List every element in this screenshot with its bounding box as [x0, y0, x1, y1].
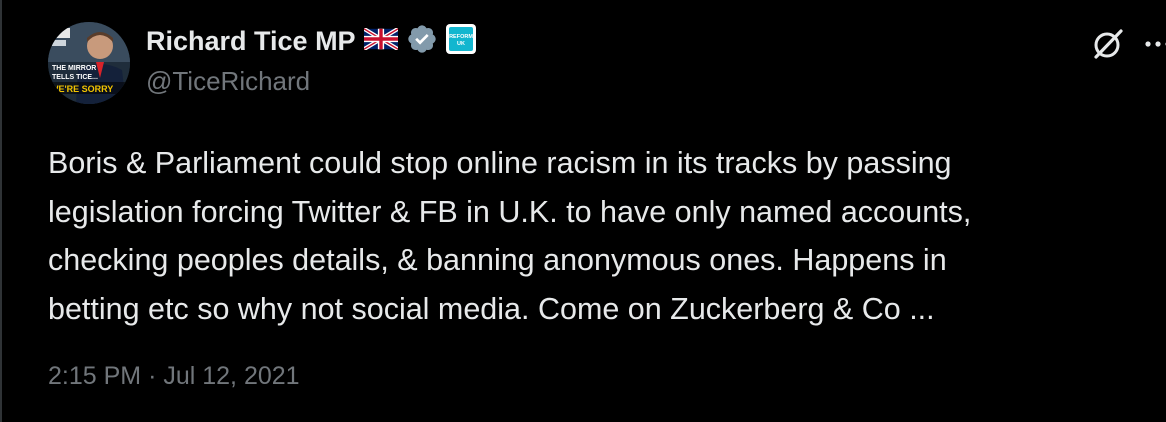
avatar-caption-1: THE MIRROR — [52, 65, 96, 72]
grok-icon[interactable] — [1090, 26, 1126, 62]
tweet[interactable]: THE MIRROR TELLS TICE... WE'RE SORRY Ric… — [0, 0, 1166, 422]
author-name-row: Richard Tice MP REFORM UK — [146, 23, 476, 60]
avatar-caption-2: TELLS TICE... — [52, 74, 98, 81]
svg-text:REFORM: REFORM — [449, 34, 473, 40]
avatar-caption-3: WE'RE SORRY — [50, 84, 113, 94]
avatar[interactable]: THE MIRROR TELLS TICE... WE'RE SORRY — [48, 22, 130, 104]
uk-flag-icon — [362, 26, 399, 55]
tweet-text-line: checking peoples details, & banning anon… — [48, 243, 947, 277]
tweet-text-line: Boris & Parliament could stop online rac… — [48, 146, 952, 180]
more-options-icon[interactable] — [1142, 32, 1166, 56]
tweet-date[interactable]: Jul 12, 2021 — [163, 362, 299, 390]
author-handle[interactable]: @TiceRichard — [146, 66, 310, 97]
tweet-timestamp: 2:15 PM · Jul 12, 2021 — [48, 362, 300, 391]
reform-uk-logo-icon[interactable]: REFORM UK — [445, 23, 476, 59]
tweet-text: Boris & Parliament could stop online rac… — [48, 139, 1148, 333]
author-display-name[interactable]: Richard Tice MP — [146, 26, 356, 57]
timestamp-separator: · — [148, 362, 157, 390]
tweet-time[interactable]: 2:15 PM — [48, 362, 141, 390]
tweet-text-line: legislation forcing Twitter & FB in U.K.… — [48, 194, 972, 229]
svg-text:UK: UK — [457, 41, 465, 47]
verified-badge-icon[interactable] — [406, 23, 438, 60]
tweet-text-line: betting etc so why not social media. Com… — [48, 291, 935, 326]
